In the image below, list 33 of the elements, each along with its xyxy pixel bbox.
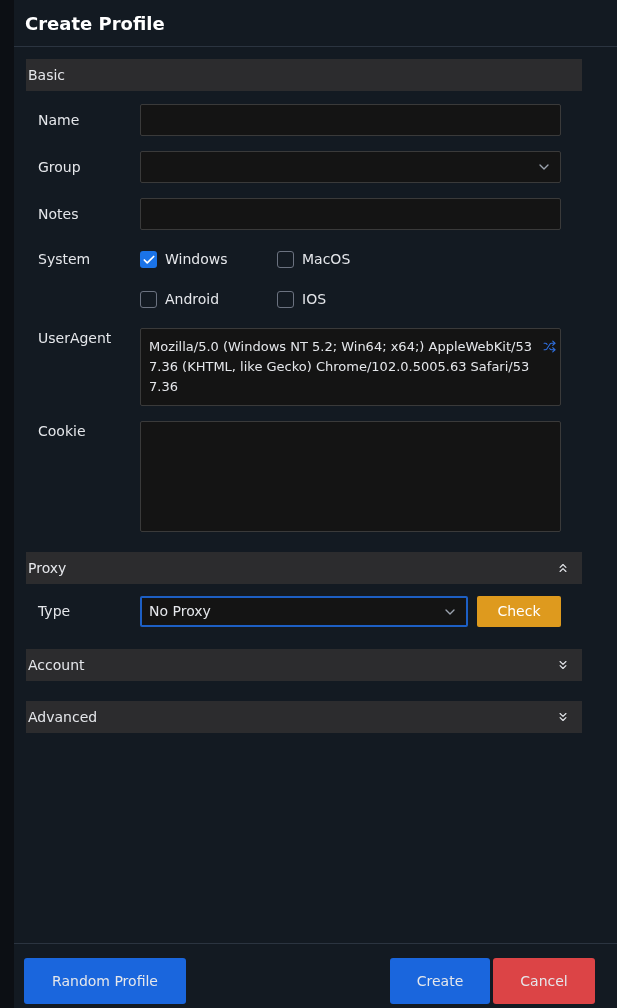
random-profile-button[interactable]: Random Profile (24, 958, 186, 1004)
checkbox[interactable] (277, 291, 294, 308)
cookie-field[interactable] (140, 421, 561, 532)
expand-icon (556, 658, 570, 672)
checkbox[interactable] (277, 251, 294, 268)
section-header[interactable]: Proxy (26, 552, 582, 584)
field-label: Name (37, 110, 81, 130)
section-header[interactable]: Advanced (26, 701, 582, 733)
input-field[interactable] (140, 198, 561, 230)
checkbox-label: Android (165, 290, 220, 309)
shuffle-icon[interactable] (543, 340, 556, 353)
field-label: Type (37, 602, 72, 621)
field-label: Cookie (37, 422, 87, 441)
field-label: Notes (37, 204, 80, 224)
input-field[interactable] (140, 104, 561, 136)
section-header[interactable]: Basic (26, 59, 582, 91)
expand-icon (556, 710, 570, 724)
user-agent-text: Mozilla/5.0 (Windows NT 5.2; Win64; x64;) AppleWebKit/537.36 (KHTML, like Gecko) Chrome/102.0.5005.63 Safari/537.36 (149, 338, 533, 396)
create-button[interactable]: Create (390, 958, 490, 1004)
collapse-icon (556, 561, 570, 575)
dialog-title: Create Profile (25, 11, 165, 36)
checkbox[interactable] (140, 291, 157, 308)
checkbox[interactable] (140, 251, 157, 268)
field-label: Group (37, 157, 82, 177)
cancel-button[interactable]: Cancel (493, 958, 595, 1004)
user-agent-field[interactable]: Mozilla/5.0 (Windows NT 5.2; Win64; x64;) AppleWebKit/537.36 (KHTML, like Gecko) Chrome/102.0.5005.63 Safari/537.36 (140, 328, 561, 406)
checkbox-label: Windows (165, 250, 228, 269)
checkbox-label: MacOS (302, 250, 351, 269)
section-header[interactable]: Account (26, 649, 582, 681)
proxy-type-select[interactable]: No Proxy (140, 596, 468, 627)
field-label: System (37, 250, 92, 269)
checkbox-label: IOS (302, 290, 327, 309)
field-label: UserAgent (37, 329, 113, 348)
